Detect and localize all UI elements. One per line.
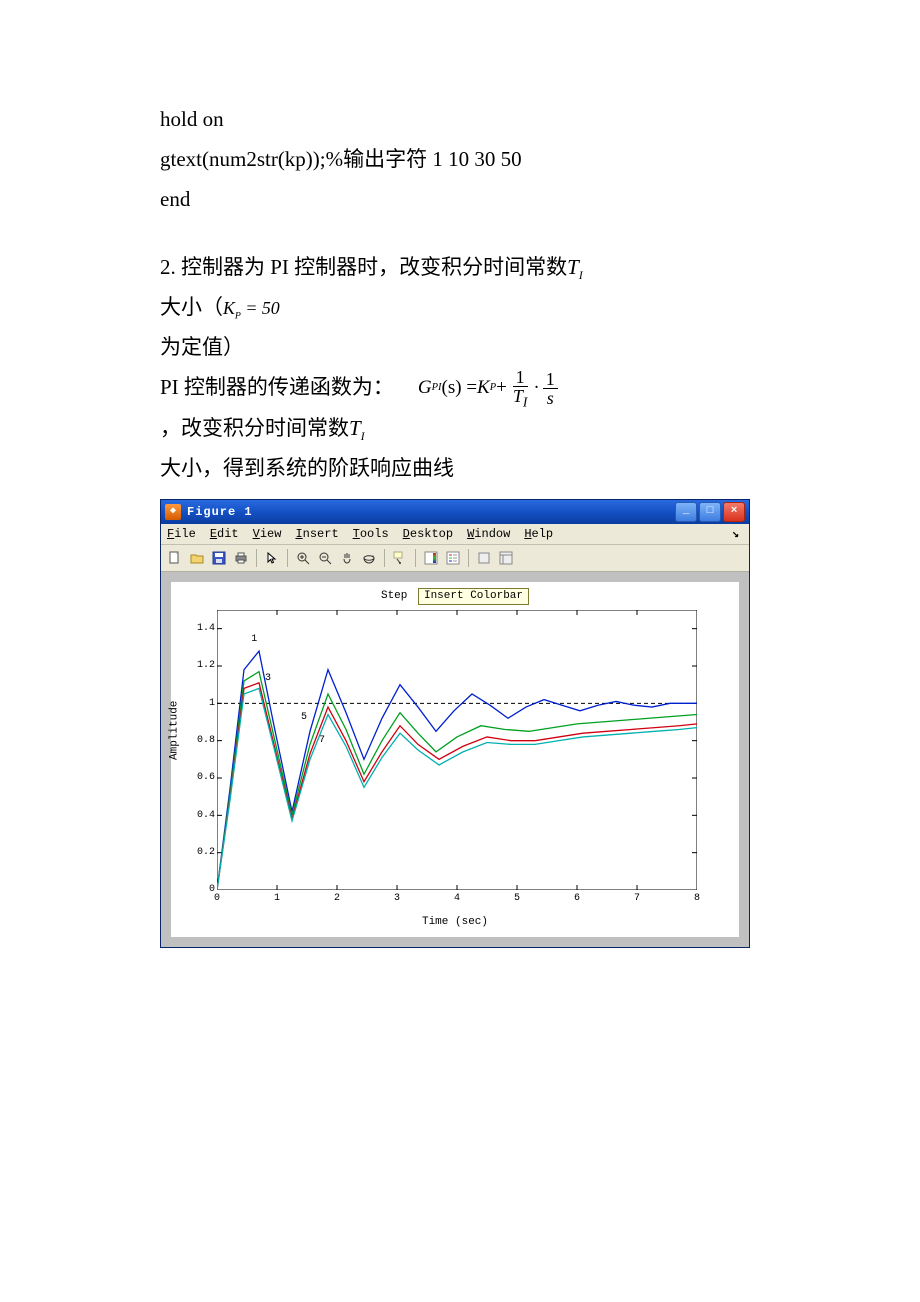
toolbar-separator: [287, 549, 288, 567]
x-tick-label: 7: [634, 893, 640, 905]
x-tick-label: 1: [274, 893, 280, 905]
menu-desktop[interactable]: Desktop: [403, 527, 453, 541]
toolbar-separator: [468, 549, 469, 567]
tf-label: PI 控制器的传递函数为：: [160, 368, 394, 408]
plot-title: Step: [381, 590, 407, 602]
window-titlebar[interactable]: ◆ Figure 1 _ □ ×: [161, 500, 749, 524]
code-line-2: gtext(num2str(kp));%输出字符 1 10 30 50: [160, 140, 780, 180]
toolbar-separator: [384, 549, 385, 567]
document-page: hold on gtext(num2str(kp));%输出字符 1 10 30…: [0, 0, 920, 1008]
section2-line1: 2. 控制器为 PI 控制器时，改变积分时间常数TI: [160, 248, 780, 288]
menu-tools[interactable]: Tools: [353, 527, 389, 541]
menu-window[interactable]: Window: [467, 527, 510, 541]
close-button[interactable]: ×: [723, 502, 745, 522]
section2-line3: 为定值）: [160, 328, 780, 368]
section2-line2: 大小（KP = 50: [160, 288, 780, 328]
legend-icon[interactable]: [443, 548, 463, 568]
window-title: Figure 1: [187, 505, 675, 519]
x-tick-label: 4: [454, 893, 460, 905]
matlab-icon: ◆: [165, 504, 181, 520]
section2-line5: ，改变积分时间常数TI: [160, 409, 780, 449]
plot-annotation: 7: [319, 735, 325, 747]
x-axis-label: Time (sec): [171, 916, 739, 929]
colorbar-icon[interactable]: [421, 548, 441, 568]
pointer-icon[interactable]: [262, 548, 282, 568]
maximize-button[interactable]: □: [699, 502, 721, 522]
transfer-function-row: PI 控制器的传递函数为： GPI(s) = KP + 1TI · 1s: [160, 368, 780, 409]
pan-icon[interactable]: [337, 548, 357, 568]
section2-heading: 2. 控制器为 PI 控制器时，改变积分时间常数: [160, 255, 567, 279]
x-tick-label: 3: [394, 893, 400, 905]
open-icon[interactable]: [187, 548, 207, 568]
toolbar: [161, 545, 749, 572]
print-icon[interactable]: [231, 548, 251, 568]
dock-icon[interactable]: ↘: [732, 527, 743, 541]
y-tick-label: 0.6: [197, 772, 215, 784]
tooltip-insert-colorbar: Insert Colorbar: [418, 588, 529, 605]
tf-formula: GPI(s) = KP + 1TI · 1s: [418, 368, 561, 409]
hide-tools-icon[interactable]: [474, 548, 494, 568]
save-icon[interactable]: [209, 548, 229, 568]
toolbar-separator: [256, 549, 257, 567]
y-ticks: 00.20.40.60.811.21.4: [197, 610, 217, 890]
zoom-out-icon[interactable]: [315, 548, 335, 568]
menubar: File Edit View Insert Tools Desktop Wind…: [161, 524, 749, 545]
section2-line6: 大小，得到系统的阶跃响应曲线: [160, 449, 780, 489]
x-ticks: 0 1 2 3 4 5 6 7 8: [217, 893, 697, 907]
y-tick-label: 1.4: [197, 623, 215, 635]
y-tick-label: 0.4: [197, 810, 215, 822]
step-response-plot: [217, 610, 697, 890]
figure-canvas-wrap: Step Insert Colorbar Amplitude 0 0.2 0.4 0.…: [161, 572, 749, 947]
rotate3d-icon[interactable]: [359, 548, 379, 568]
y-tick-label: 1.2: [197, 660, 215, 672]
x-tick-label: 0: [214, 893, 220, 905]
menu-view[interactable]: View: [253, 527, 282, 541]
code-line-1: hold on: [160, 100, 780, 140]
new-figure-icon[interactable]: [165, 548, 185, 568]
plot-annotation: 1: [251, 634, 257, 646]
show-tools-icon[interactable]: [496, 548, 516, 568]
plot-annotation: 5: [301, 712, 307, 724]
menu-file[interactable]: File: [167, 527, 196, 541]
x-tick-label: 8: [694, 893, 700, 905]
y-tick-label: 0.2: [197, 847, 215, 859]
code-line-3: end: [160, 180, 780, 220]
x-tick-label: 2: [334, 893, 340, 905]
menu-edit[interactable]: Edit: [210, 527, 239, 541]
y-tick-label: 1: [209, 698, 215, 710]
plot-title-row: Step Insert Colorbar: [171, 588, 739, 605]
y-axis-label: Amplitude: [168, 700, 181, 759]
zoom-in-icon[interactable]: [293, 548, 313, 568]
menu-help[interactable]: Help: [524, 527, 553, 541]
datacursor-icon[interactable]: [390, 548, 410, 568]
x-tick-label: 5: [514, 893, 520, 905]
menu-insert[interactable]: Insert: [295, 527, 338, 541]
x-tick-label: 6: [574, 893, 580, 905]
figure-canvas[interactable]: Step Insert Colorbar Amplitude 0 0.2 0.4 0.…: [171, 582, 739, 937]
toolbar-separator: [415, 549, 416, 567]
plot-annotation: 3: [265, 673, 271, 685]
minimize-button[interactable]: _: [675, 502, 697, 522]
matlab-figure-window: ◆ Figure 1 _ □ × File Edit View Insert T…: [160, 499, 750, 948]
y-tick-label: 0.8: [197, 735, 215, 747]
